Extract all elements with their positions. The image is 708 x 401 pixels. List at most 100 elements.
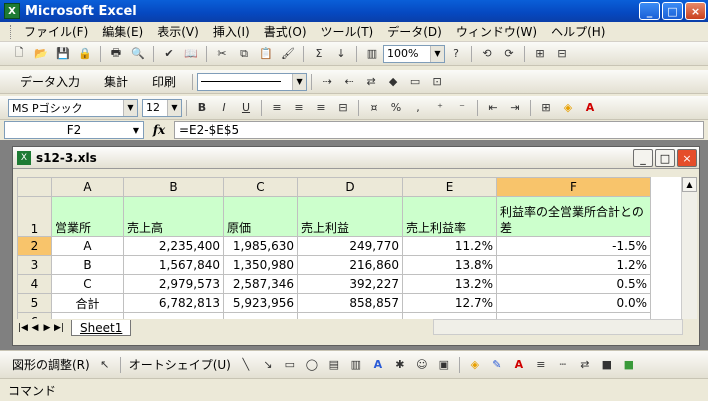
trace-precedents-icon[interactable]: ⇢ (317, 73, 337, 91)
remove-arrows-icon[interactable]: ⇄ (361, 73, 381, 91)
column-header-a[interactable]: A (51, 177, 124, 197)
clipart-icon[interactable]: ☺ (412, 356, 432, 374)
cell-a5[interactable]: 合計 (51, 293, 124, 313)
cell-f2-selected[interactable]: -1.5% (496, 236, 651, 256)
data-entry-button[interactable]: データ入力 (8, 73, 92, 90)
new-document-icon[interactable]: 🗋 (9, 45, 29, 63)
trace-dependents-icon[interactable]: ⇠ (339, 73, 359, 91)
chevron-down-icon[interactable]: ▼ (129, 122, 143, 138)
chart-wizard-icon[interactable]: ▥ (362, 45, 382, 63)
line-style-select[interactable]: ▼ (197, 72, 308, 91)
maximize-button[interactable]: □ (662, 2, 683, 20)
last-sheet-icon[interactable]: ▶| (53, 323, 65, 333)
sort-ascending-icon[interactable]: ↓ (331, 45, 351, 63)
horizontal-scrollbar[interactable] (433, 319, 683, 335)
3d-icon[interactable]: ■ (619, 356, 639, 374)
header-cell-profit[interactable]: 売上利益 (297, 196, 403, 237)
bold-button[interactable]: B (192, 99, 212, 117)
watch-icon[interactable]: ⊡ (427, 73, 447, 91)
merge-center-icon[interactable]: ⊟ (333, 99, 353, 117)
spelling-icon[interactable]: ✔ (159, 45, 179, 63)
vertical-scrollbar[interactable]: ▲ (681, 177, 697, 319)
cell-d2[interactable]: 249,770 (297, 236, 403, 256)
borders-icon[interactable]: ⊞ (536, 99, 556, 117)
save-icon[interactable]: 💾 (53, 45, 73, 63)
arrow-icon[interactable]: ↘ (258, 356, 278, 374)
workbook-minimize-button[interactable]: _ (633, 149, 653, 167)
zoom-select[interactable]: 100% ▼ (383, 44, 445, 63)
cell-b4[interactable]: 2,979,573 (123, 274, 224, 294)
border-icon[interactable]: ⊟ (552, 45, 572, 63)
comment-icon[interactable]: ▭ (405, 73, 425, 91)
rectangle-icon[interactable]: ▭ (280, 356, 300, 374)
autosum-icon[interactable]: Σ (309, 45, 329, 63)
cell-f5[interactable]: 0.0% (496, 293, 651, 313)
paste-icon[interactable]: 📋 (256, 45, 276, 63)
cell-e3[interactable]: 13.8% (402, 255, 497, 275)
align-center-icon[interactable]: ≡ (289, 99, 309, 117)
header-cell-rate-diff[interactable]: 利益率の全営業所合計との差 (496, 196, 651, 237)
review-icon[interactable]: ⟲ (477, 45, 497, 63)
menu-data[interactable]: データ(D) (380, 23, 449, 40)
cell-b2[interactable]: 2,235,400 (123, 236, 224, 256)
row-header-2[interactable]: 2 (17, 236, 52, 256)
shadow-icon[interactable]: ■ (597, 356, 617, 374)
menu-format[interactable]: 書式(O) (257, 23, 314, 40)
chevron-down-icon[interactable]: ▼ (430, 45, 444, 62)
column-header-e[interactable]: E (402, 177, 497, 197)
line-style-icon[interactable]: ≡ (531, 356, 551, 374)
workbook-maximize-button[interactable]: □ (655, 149, 675, 167)
cell-d3[interactable]: 216,860 (297, 255, 403, 275)
cell-a2[interactable]: A (51, 236, 124, 256)
header-cell-office[interactable]: 営業所 (51, 196, 124, 237)
open-folder-icon[interactable]: 📂 (31, 45, 51, 63)
help-icon[interactable]: ? (446, 45, 466, 63)
decrease-indent-icon[interactable]: ⇤ (483, 99, 503, 117)
textbox-icon[interactable]: ▤ (324, 356, 344, 374)
chevron-down-icon[interactable]: ▼ (292, 73, 307, 90)
name-box[interactable]: F2 ▼ (4, 121, 144, 139)
cell-e4[interactable]: 13.2% (402, 274, 497, 294)
sheet-tab-sheet1[interactable]: Sheet1 (71, 320, 132, 336)
font-size-select[interactable]: 12 ▼ (142, 98, 182, 117)
prev-sheet-icon[interactable]: ◀ (29, 323, 41, 333)
font-color-icon[interactable]: A (580, 99, 600, 117)
decrease-decimal-icon[interactable]: ⁻ (452, 99, 472, 117)
font-select[interactable]: MS Pゴシック ▼ (8, 98, 138, 117)
fill-color-icon[interactable]: ◈ (465, 356, 485, 374)
font-color-icon[interactable]: A (509, 356, 529, 374)
percent-button[interactable]: % (386, 99, 406, 117)
cell-a3[interactable]: B (51, 255, 124, 275)
column-header-d[interactable]: D (297, 177, 403, 197)
cut-icon[interactable]: ✂ (212, 45, 232, 63)
format-painter-icon[interactable]: 🖌 (278, 45, 298, 63)
row-header-4[interactable]: 4 (17, 274, 52, 294)
row-header-5[interactable]: 5 (17, 293, 52, 313)
cell-d5[interactable]: 858,857 (297, 293, 403, 313)
research-icon[interactable]: 📖 (181, 45, 201, 63)
cell-c3[interactable]: 1,350,980 (223, 255, 298, 275)
print-preview-icon[interactable]: 🔍 (128, 45, 148, 63)
cell-e5[interactable]: 12.7% (402, 293, 497, 313)
oval-icon[interactable]: ◯ (302, 356, 322, 374)
increase-decimal-icon[interactable]: ⁺ (430, 99, 450, 117)
formula-input[interactable]: =E2-$E$5 (174, 121, 704, 139)
print-button[interactable]: 印刷 (140, 73, 188, 90)
line-icon[interactable]: ╲ (236, 356, 256, 374)
header-cell-cost[interactable]: 原価 (223, 196, 298, 237)
menu-tools[interactable]: ツール(T) (314, 23, 381, 40)
insert-function-icon[interactable]: fx (144, 123, 174, 137)
cell-b5[interactable]: 6,782,813 (123, 293, 224, 313)
wordart-icon[interactable]: A (368, 356, 388, 374)
merge-icon[interactable]: ⊞ (530, 45, 550, 63)
cell-d4[interactable]: 392,227 (297, 274, 403, 294)
menu-insert[interactable]: 挿入(I) (206, 23, 257, 40)
error-check-icon[interactable]: ◆ (383, 73, 403, 91)
cell-c2[interactable]: 1,985,630 (223, 236, 298, 256)
picture-icon[interactable]: ▣ (434, 356, 454, 374)
autoshape-menu[interactable]: オートシェイプ(U) (125, 356, 235, 373)
header-cell-profit-rate[interactable]: 売上利益率 (402, 196, 497, 237)
review-next-icon[interactable]: ⟳ (499, 45, 519, 63)
permission-icon[interactable]: 🔒 (75, 45, 95, 63)
select-all-corner[interactable] (17, 177, 52, 197)
